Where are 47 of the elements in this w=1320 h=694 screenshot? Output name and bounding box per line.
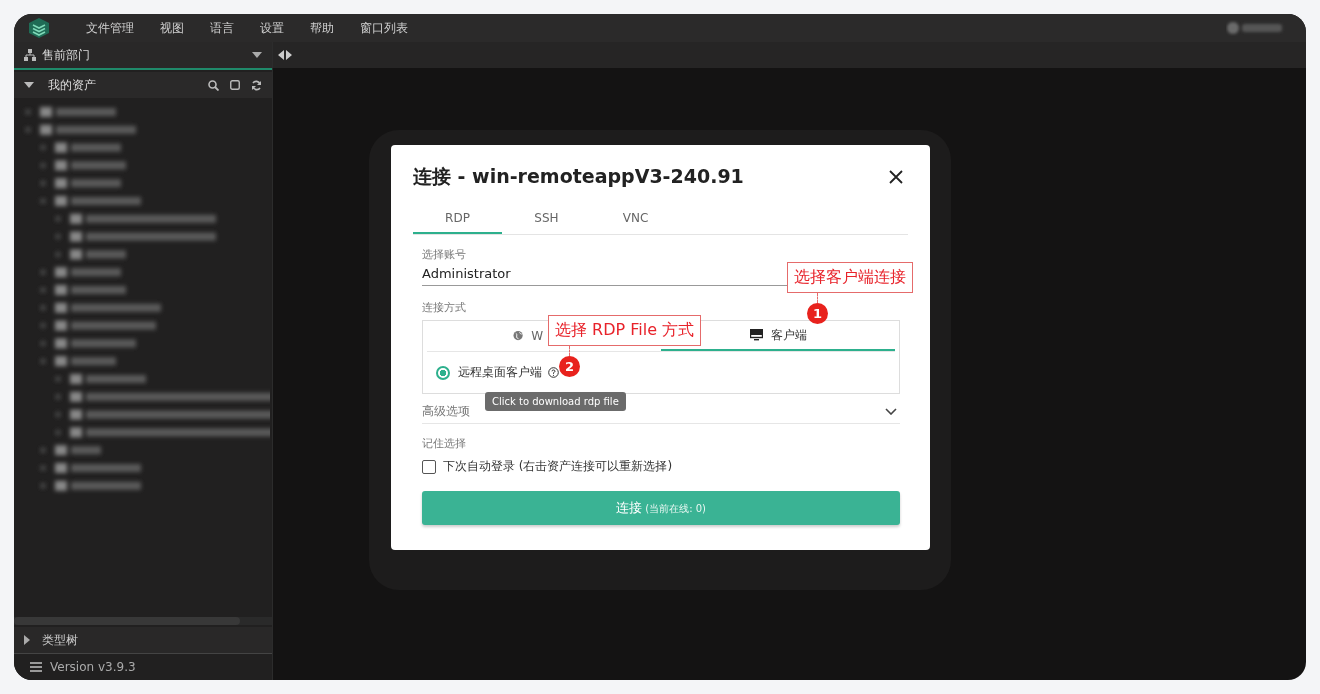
leader-line: [569, 346, 570, 356]
step-number-badge: 2: [559, 356, 580, 377]
logo-icon: [28, 17, 50, 39]
globe-icon: [513, 330, 524, 342]
org-tree-icon: [24, 49, 36, 61]
refresh-icon[interactable]: [251, 79, 262, 91]
org-name: 售前部门: [42, 46, 90, 64]
caret-down-icon[interactable]: [24, 82, 34, 88]
radio-button[interactable]: [436, 365, 450, 380]
version-text: Version v3.9.3: [50, 660, 136, 674]
field-label: 记住选择: [422, 436, 466, 451]
checkbox-label: 下次自动登录 (右击资产连接可以重新选择): [443, 458, 673, 475]
scrollbar-thumb[interactable]: [14, 617, 240, 625]
section-title: 类型树: [42, 631, 78, 649]
caret-down-icon: [252, 52, 262, 58]
field-label: 选择账号: [422, 247, 466, 262]
leader-line: [817, 293, 818, 303]
menu-item[interactable]: 语言: [210, 19, 234, 37]
list-icon: [30, 662, 42, 672]
chevron-down-icon: [885, 408, 897, 415]
search-icon[interactable]: [208, 79, 219, 91]
step-number-badge: 1: [807, 303, 828, 324]
monitor-icon: [749, 329, 763, 341]
method-tab[interactable]: W: [427, 321, 543, 351]
close-icon[interactable]: [889, 170, 903, 184]
menu-item[interactable]: 窗口列表: [360, 19, 408, 37]
menu-item[interactable]: 帮助: [310, 19, 334, 37]
menu-item[interactable]: 设置: [260, 19, 284, 37]
protocol-tab[interactable]: SSH: [502, 209, 591, 234]
dialog-title: 连接 - win-remoteappV3-240.91: [413, 164, 745, 189]
field-label: 连接方式: [422, 300, 466, 315]
menu-item[interactable]: 文件管理: [86, 19, 134, 37]
help-icon[interactable]: [548, 367, 559, 378]
annotation-callout: 选择 RDP File 方式: [548, 315, 702, 346]
type-tree-header[interactable]: 类型树: [14, 627, 272, 654]
protocol-tab[interactable]: VNC: [591, 209, 680, 234]
option-label: 远程桌面客户端: [458, 364, 542, 381]
checkbox[interactable]: [422, 459, 436, 474]
annotation-callout: 选择客户端连接: [787, 262, 913, 293]
section-title: 我的资产: [48, 76, 96, 94]
menu-item[interactable]: 视图: [160, 19, 184, 37]
square-icon[interactable]: [230, 80, 240, 90]
tooltip: Click to download rdp file: [485, 392, 626, 411]
caret-right-icon: [24, 635, 30, 645]
scroll-arrows-icon[interactable]: [278, 50, 292, 60]
org-select[interactable]: 售前部门: [14, 42, 272, 70]
protocol-tab[interactable]: RDP: [413, 209, 502, 234]
